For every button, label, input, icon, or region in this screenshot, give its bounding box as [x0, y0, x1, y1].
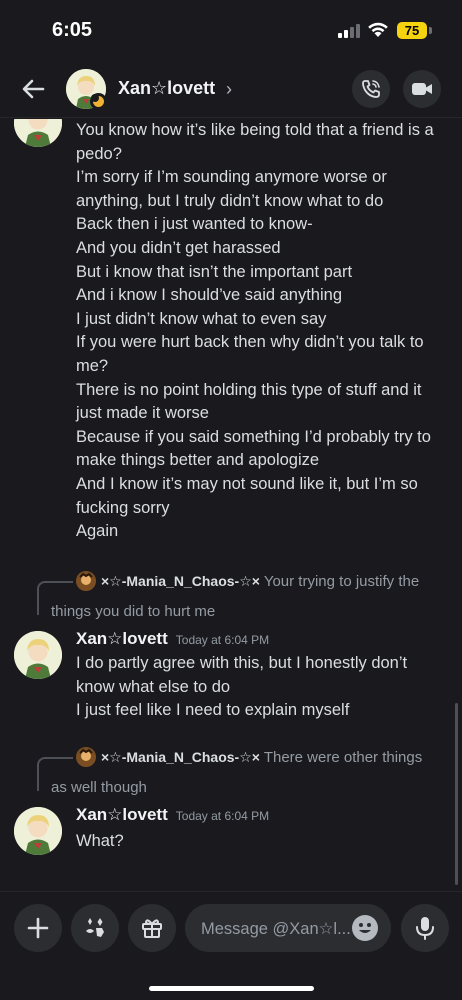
avatar[interactable] [14, 807, 62, 855]
voice-message-button[interactable] [401, 904, 449, 952]
message-body: What? [76, 830, 452, 854]
message-line: And I know it’s may not sound like it, b… [76, 474, 418, 493]
reply-text-cont: as well though [51, 779, 147, 796]
reply-text: Your trying to justify the [263, 573, 420, 590]
message-line: Again [76, 522, 119, 541]
message-line: anything, but I truly didn’t know what t… [76, 191, 384, 210]
video-camera-icon [412, 83, 432, 95]
header-username[interactable]: Xan☆lovett [118, 78, 215, 99]
add-attachment-button[interactable] [14, 904, 62, 952]
video-call-button[interactable] [403, 70, 441, 108]
plus-icon [27, 917, 49, 939]
message-line: What? [76, 832, 124, 850]
gift-icon [142, 919, 162, 938]
message-timestamp: Today at 6:04 PM [175, 809, 270, 823]
message-line: I just feel like I need to explain mysel… [76, 701, 350, 720]
message-input[interactable]: Message @Xan☆l... [185, 904, 391, 952]
microphone-icon [416, 917, 434, 940]
message-line: I’m sorry if I’m sounding anymore worse … [76, 168, 387, 187]
message-author[interactable]: Xan☆lovett Today at 6:04 PM [76, 805, 269, 825]
avatar[interactable] [14, 119, 62, 147]
avatar[interactable] [14, 631, 62, 679]
scrollbar[interactable] [455, 703, 458, 885]
message-line: me? [76, 356, 109, 375]
wifi-icon [368, 22, 388, 37]
reply-author: ×☆-Mania_N_Chaos-☆× [101, 749, 260, 765]
battery-tip [429, 27, 432, 34]
message-line: You know how it’s like being told that a… [76, 121, 434, 139]
arrow-left-icon[interactable] [18, 74, 48, 104]
cellular-signal-icon [338, 24, 360, 38]
message-line: Back then i just wanted to know- [76, 215, 313, 234]
chevron-right-icon[interactable]: › [226, 79, 232, 100]
message-line: make things better and apologize [76, 451, 320, 470]
emoji-icon[interactable] [352, 915, 378, 941]
reply-reference[interactable]: ×☆-Mania_N_Chaos-☆× There were other thi… [0, 742, 462, 802]
message-line: And you didn’t get harassed [76, 238, 281, 257]
message-line: pedo? [76, 144, 122, 163]
composer-bar: Message @Xan☆l... [0, 891, 462, 1000]
message-line: just made it worse [76, 404, 209, 423]
message-author[interactable]: Xan☆lovett Today at 6:04 PM [76, 629, 269, 649]
message-line: And i know I should’ve said anything [76, 286, 342, 305]
reply-text-cont: things you did to hurt me [51, 603, 216, 620]
message-line: If you were hurt back then why didn’t yo… [76, 333, 424, 352]
reply-preview: ×☆-Mania_N_Chaos-☆× There were other thi… [51, 742, 452, 803]
author-name[interactable]: Xan☆lovett [76, 629, 168, 648]
apps-button[interactable] [71, 904, 119, 952]
status-time: 6:05 [52, 19, 93, 41]
message-list[interactable]: You know how it’s like being told that a… [0, 119, 462, 891]
message-line: Because if you said something I’d probab… [76, 427, 431, 446]
message-line: I do partly agree with this, but I hones… [76, 654, 408, 672]
message-line: There is no point holding this type of s… [76, 380, 422, 399]
battery-level: 75 [397, 22, 427, 39]
author-name[interactable]: Xan☆lovett [76, 805, 168, 824]
dm-header: Xan☆lovett › [0, 60, 462, 118]
home-indicator[interactable] [149, 986, 314, 991]
message-line: I just didn’t know what to even say [76, 309, 327, 328]
reply-reference[interactable]: ×☆-Mania_N_Chaos-☆× Your trying to justi… [0, 566, 462, 626]
phone-icon [362, 80, 380, 98]
status-bar: 6:05 75 [0, 0, 462, 60]
reply-preview: ×☆-Mania_N_Chaos-☆× Your trying to justi… [51, 566, 452, 627]
idle-status-icon [90, 93, 107, 110]
message-line: But i know that isn’t the important part [76, 262, 353, 281]
message-line: fucking sorry [76, 498, 170, 517]
gift-button[interactable] [128, 904, 176, 952]
message-line: know what else to do [76, 677, 231, 696]
reply-text: There were other things [263, 749, 423, 766]
message-body: You know how it’s like being told that a… [76, 119, 452, 544]
apps-icon [86, 918, 104, 937]
message-input-placeholder[interactable]: Message @Xan☆l... [201, 919, 351, 939]
call-button[interactable] [352, 70, 390, 108]
reply-author: ×☆-Mania_N_Chaos-☆× [101, 573, 260, 589]
message-body: I do partly agree with this, but I hones… [76, 652, 452, 723]
message-timestamp: Today at 6:04 PM [175, 633, 270, 647]
